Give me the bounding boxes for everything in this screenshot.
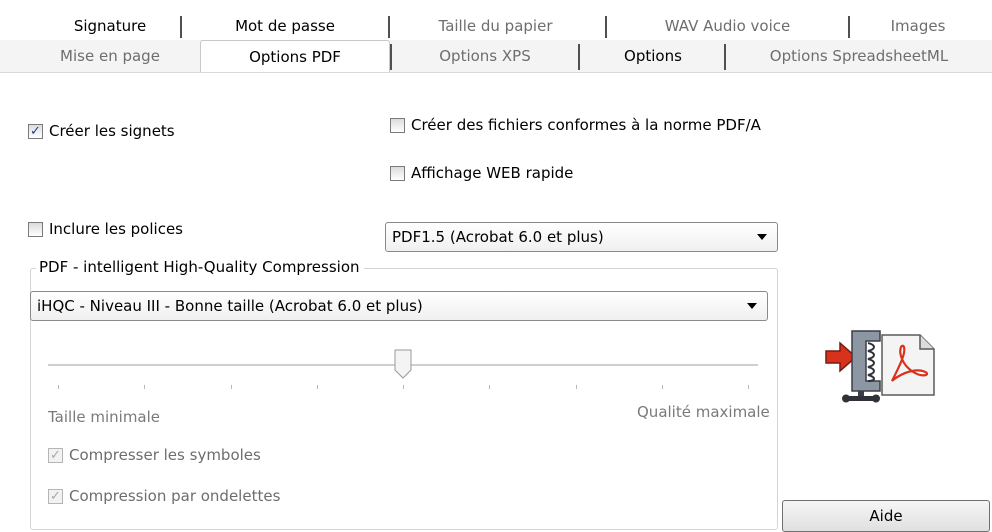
tab-separator: [390, 44, 392, 70]
slider-tick: [316, 385, 318, 389]
tab-wav-audio[interactable]: WAV Audio voice: [610, 14, 845, 38]
tab-separator: [848, 16, 850, 38]
tab-panel-border: [0, 72, 992, 73]
slider-tick: [661, 385, 663, 389]
wavelet-compression-checkbox[interactable]: ✓ Compression par ondelettes: [48, 487, 280, 505]
tab-separator: [605, 16, 607, 38]
tab-label: WAV Audio voice: [664, 17, 791, 35]
slider-tick: [230, 385, 232, 389]
tab-separator: [180, 16, 182, 38]
checkmark-icon: ✓: [30, 123, 41, 139]
tab-separator: [578, 44, 580, 70]
fast-web-checkbox[interactable]: Affichage WEB rapide: [390, 164, 573, 182]
tab-row-bottom: Mise en page Options PDF Options XPS Opt…: [0, 40, 992, 72]
tab-label: Options PDF: [249, 47, 341, 66]
slider-min-label: Taille minimale: [48, 408, 161, 426]
tab-label: Options: [624, 47, 682, 65]
slider-tick: [489, 385, 491, 389]
slider-tick: [144, 385, 146, 389]
checkbox-box[interactable]: [390, 117, 405, 133]
checkbox-box[interactable]: ✓: [48, 488, 63, 504]
checkmark-icon: ✓: [50, 488, 61, 504]
tab-password[interactable]: Mot de passe: [185, 14, 385, 38]
tab-label: Mot de passe: [235, 17, 335, 35]
tab-label: Mise en page: [60, 47, 160, 65]
checkmark-icon: ✓: [50, 447, 61, 463]
checkbox-label: Créer des fichiers conformes à la norme …: [411, 116, 761, 134]
tab-page-layout[interactable]: Mise en page: [30, 42, 190, 70]
checkbox-box[interactable]: [28, 221, 43, 237]
compression-level-select[interactable]: iHQC - Niveau III - Bonne taille (Acroba…: [30, 291, 768, 321]
chevron-down-icon: [747, 303, 757, 309]
checkbox-label: Affichage WEB rapide: [411, 164, 574, 182]
tab-label: Taille du papier: [438, 17, 553, 35]
chevron-down-icon: [757, 234, 767, 240]
tab-separator: [724, 44, 726, 70]
select-value: PDF1.5 (Acrobat 6.0 et plus): [392, 228, 604, 246]
create-bookmarks-checkbox[interactable]: ✓ Créer les signets: [28, 122, 175, 140]
tab-label: Options SpreadsheetML: [769, 47, 949, 65]
slider-tick: [58, 385, 59, 389]
tab-signature[interactable]: Signature: [40, 14, 180, 38]
pdf-compress-icon: [822, 325, 948, 403]
slider-max-label: Qualité maximale: [637, 403, 770, 421]
tab-separator: [388, 16, 390, 38]
pdfa-checkbox[interactable]: Créer des fichiers conformes à la norme …: [390, 116, 761, 134]
quality-slider-thumb[interactable]: [394, 349, 412, 379]
embed-fonts-checkbox[interactable]: Inclure les polices: [28, 220, 183, 238]
tab-xps-options[interactable]: Options XPS: [395, 42, 575, 70]
slider-tick: [403, 385, 404, 389]
select-value: iHQC - Niveau III - Bonne taille (Acroba…: [37, 297, 423, 315]
compression-group-label: PDF - intelligent High-Quality Compressi…: [36, 258, 364, 276]
checkbox-label: Créer les signets: [49, 122, 175, 140]
tab-images[interactable]: Images: [853, 14, 983, 38]
checkbox-box[interactable]: ✓: [48, 447, 63, 463]
tab-label: Signature: [73, 17, 147, 35]
tab-options[interactable]: Options: [583, 42, 723, 70]
tab-paper-size[interactable]: Taille du papier: [393, 14, 598, 38]
tab-pdf-options[interactable]: Options PDF: [200, 40, 390, 72]
tab-row-top: Signature Mot de passe Taille du papier …: [0, 14, 992, 38]
checkbox-label: Compression par ondelettes: [69, 487, 281, 505]
checkbox-label: Inclure les polices: [49, 220, 183, 238]
checkbox-box[interactable]: [390, 165, 405, 181]
help-button[interactable]: Aide: [782, 500, 990, 532]
compress-symbols-checkbox[interactable]: ✓ Compresser les symboles: [48, 446, 261, 464]
slider-tick: [575, 385, 577, 389]
tab-spreadsheetml-options[interactable]: Options SpreadsheetML: [729, 42, 989, 70]
checkbox-label: Compresser les symboles: [69, 446, 261, 464]
slider-tick: [748, 385, 749, 389]
button-label: Aide: [869, 507, 903, 525]
pdf-version-select[interactable]: PDF1.5 (Acrobat 6.0 et plus): [385, 222, 778, 252]
tab-label: Options XPS: [439, 47, 531, 65]
checkbox-box[interactable]: ✓: [28, 123, 43, 139]
tab-label: Images: [890, 17, 946, 35]
